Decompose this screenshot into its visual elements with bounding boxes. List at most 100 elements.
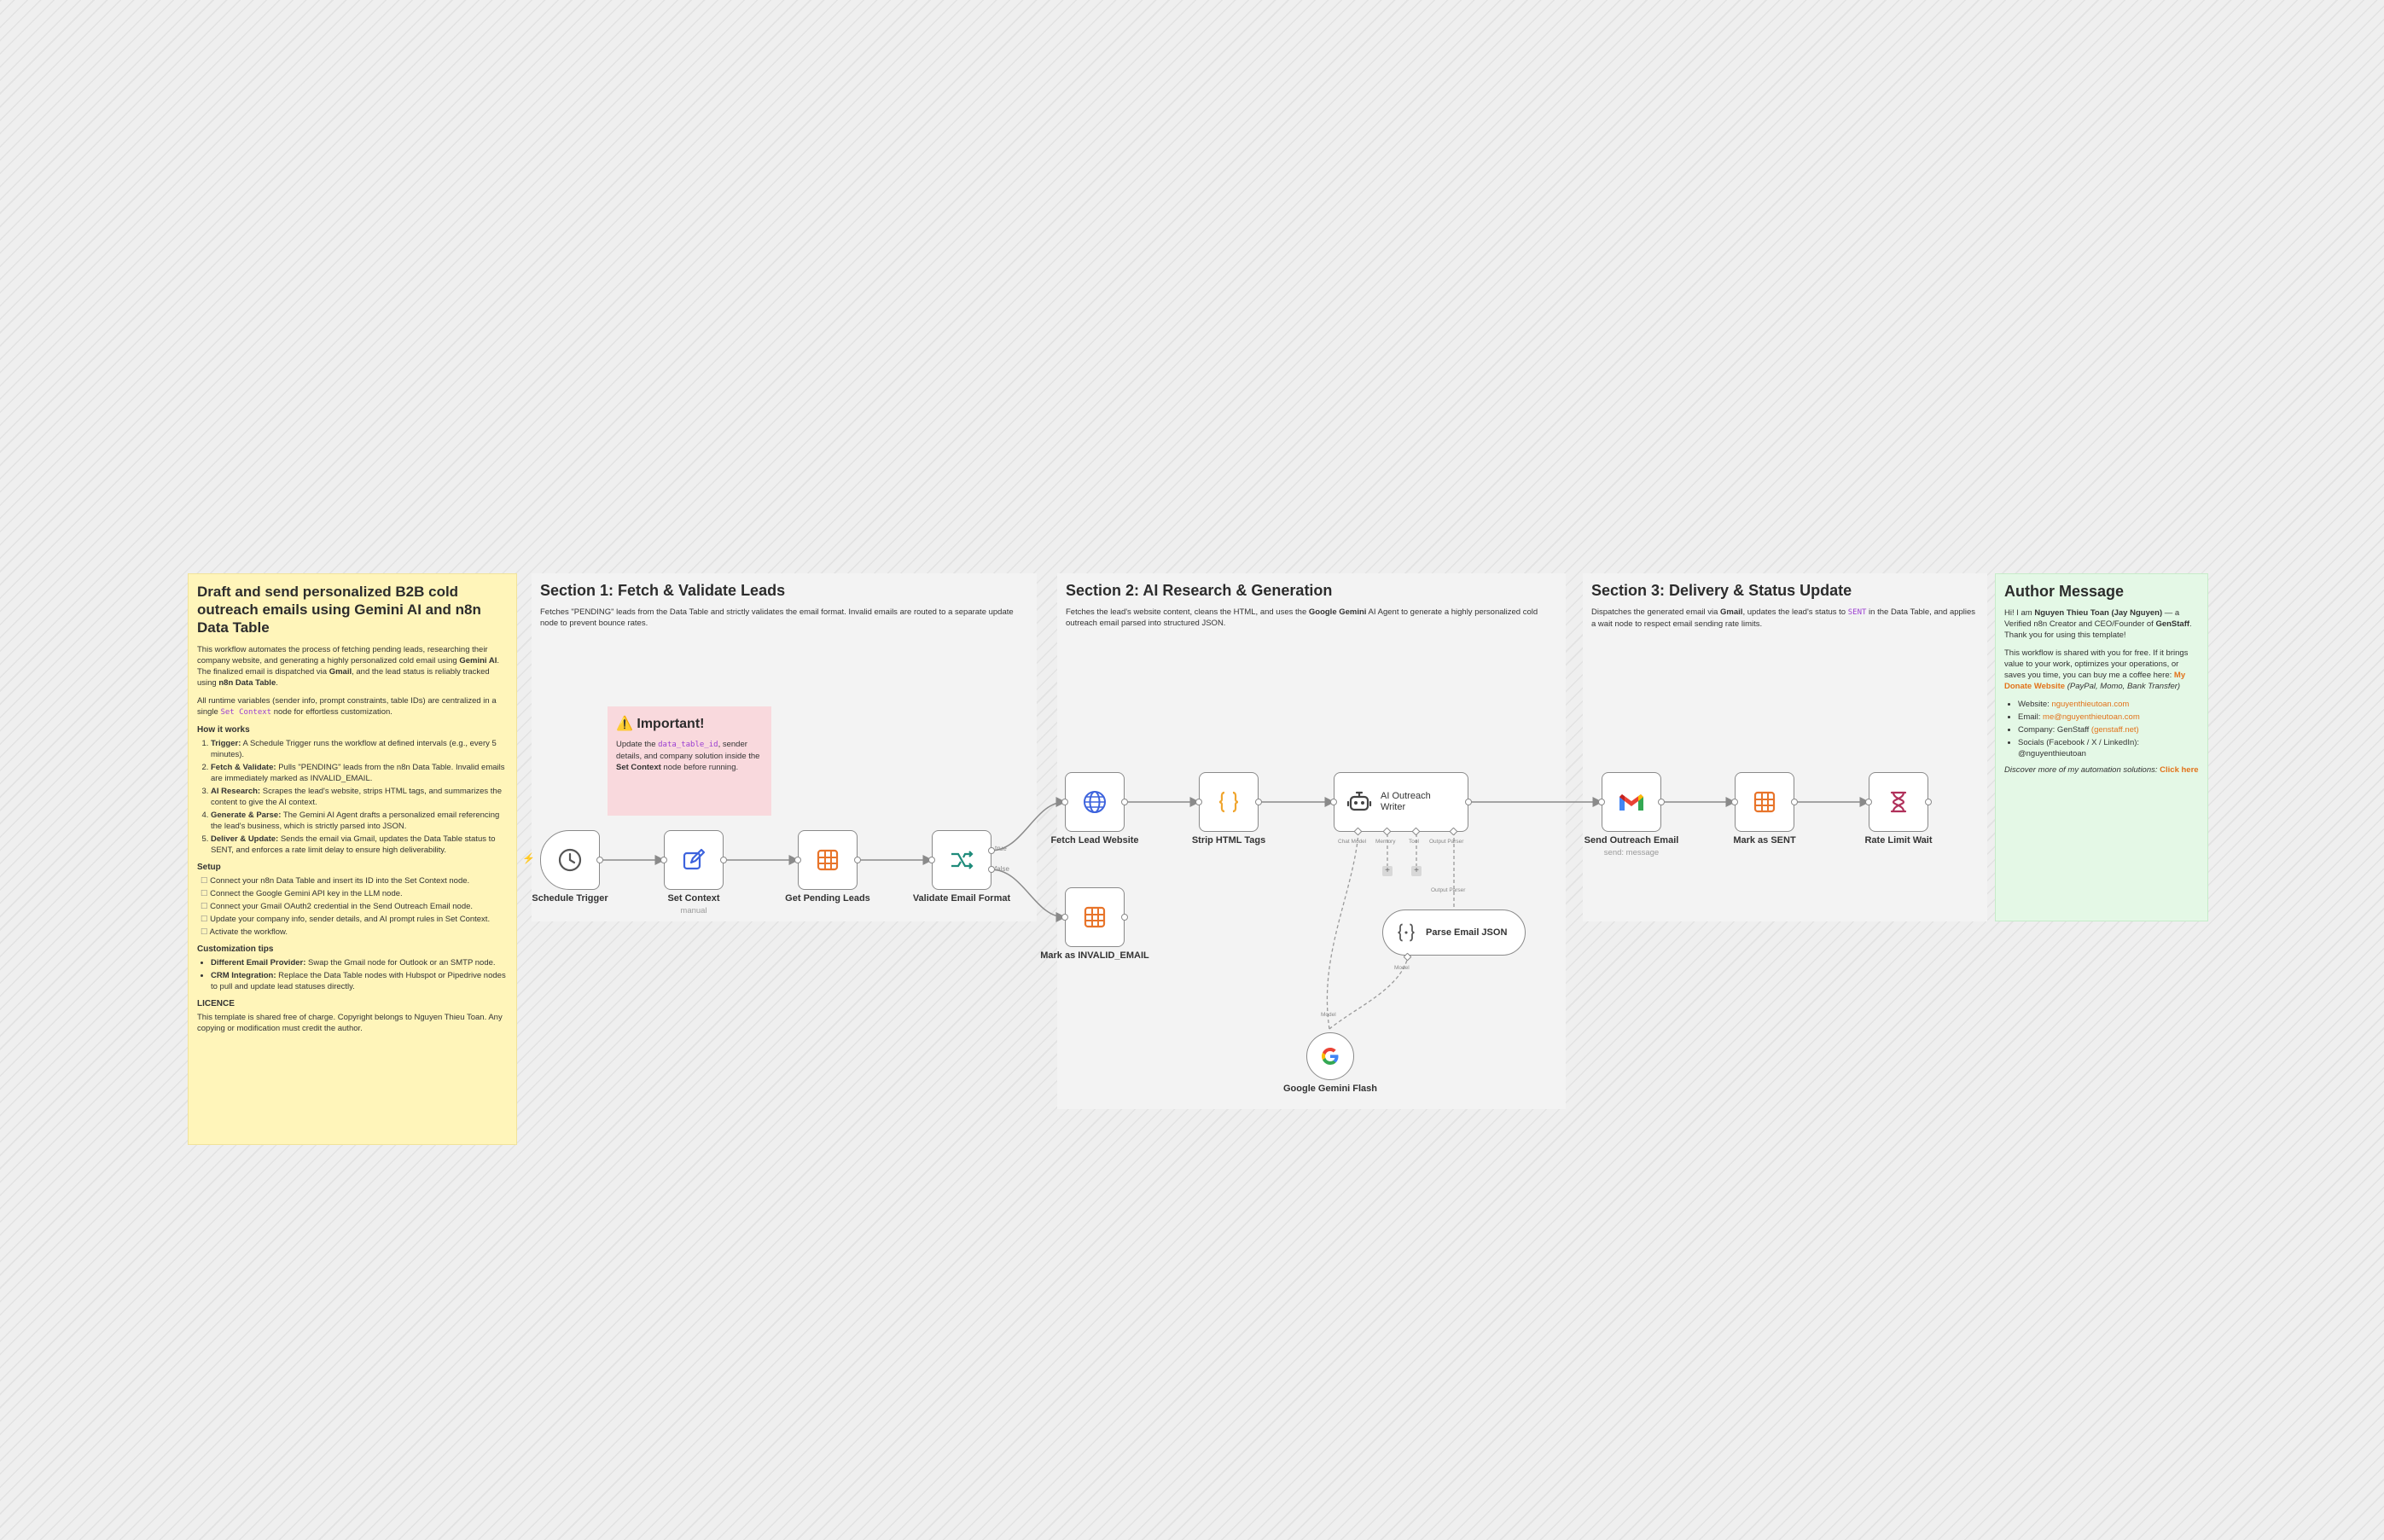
input-port[interactable] (1195, 799, 1202, 805)
output-parser-port-label: Output Parser (1431, 887, 1466, 893)
input-port[interactable] (1598, 799, 1605, 805)
overview-sticky-note[interactable]: Draft and send personalized B2B cold out… (188, 573, 517, 1145)
list-item: Fetch & Validate: Pulls "PENDING" leads … (211, 762, 508, 784)
true-branch-label: true (995, 845, 1007, 852)
important-sticky-note[interactable]: ⚠️ Important! Update the data_table_id, … (608, 706, 771, 816)
node-get-pending-leads[interactable] (798, 830, 858, 890)
author-sticky-note[interactable]: Author Message Hi! I am Nguyen Thieu Toa… (1995, 573, 2208, 921)
list-item: Trigger: A Schedule Trigger runs the wor… (211, 738, 508, 760)
table-icon (1084, 906, 1106, 928)
input-port[interactable] (1061, 914, 1068, 921)
important-title: ⚠️ Important! (616, 717, 705, 731)
node-label: Google Gemini Flash (1282, 1084, 1378, 1094)
output-port[interactable] (1791, 799, 1798, 805)
model-output-label: Model (1321, 1012, 1336, 1018)
output-port[interactable] (1658, 799, 1665, 805)
output-port[interactable] (1121, 914, 1128, 921)
node-schedule-trigger[interactable] (540, 830, 600, 890)
clock-icon (558, 848, 582, 872)
hourglass-icon (1890, 791, 1907, 813)
node-strip-html-tags[interactable] (1199, 772, 1259, 832)
code-braces-icon (1218, 791, 1239, 813)
table-icon (1753, 791, 1776, 813)
section1-title: Section 1: Fetch & Validate Leads (540, 582, 786, 599)
input-port[interactable] (1865, 799, 1872, 805)
node-ai-outreach-writer[interactable]: AI Outreach Writer (1334, 772, 1468, 832)
overview-title: Draft and send personalized B2B cold out… (197, 584, 481, 636)
trigger-bolt-icon: ⚡ (522, 852, 535, 864)
memory-label: Memory (1375, 839, 1396, 845)
node-label: Validate Email Format (912, 893, 1011, 904)
input-port[interactable] (1330, 799, 1337, 805)
node-google-gemini-flash[interactable] (1306, 1032, 1354, 1080)
section2-description: Fetches the lead's website content, clea… (1066, 607, 1538, 628)
section2-title: Section 2: AI Research & Generation (1066, 582, 1333, 599)
gmail-icon (1619, 794, 1643, 811)
output-port[interactable] (1255, 799, 1262, 805)
licence-heading: LICENCE (197, 999, 235, 1008)
company-link[interactable]: (genstaff.net) (2091, 725, 2139, 735)
node-label: Get Pending Leads (785, 893, 870, 904)
important-text: Update the data_table_id, sender details… (616, 740, 760, 772)
contact-socials: Socials (Facebook / X / LinkedIn): @nguy… (2018, 737, 2199, 759)
overview-intro: This workflow automates the process of f… (197, 645, 499, 688)
overview-variables-note: All runtime variables (sender info, prom… (197, 696, 497, 717)
output-port-true[interactable] (988, 847, 995, 854)
how-it-works-list: Trigger: A Schedule Trigger runs the wor… (197, 738, 508, 856)
input-port[interactable] (660, 857, 667, 863)
input-port[interactable] (1731, 799, 1738, 805)
node-validate-email-format[interactable] (932, 830, 991, 890)
node-rate-limit-wait[interactable] (1869, 772, 1928, 832)
output-port[interactable] (720, 857, 727, 863)
contact-website: Website: nguyenthieutoan.com (2018, 699, 2199, 710)
output-port[interactable] (1121, 799, 1128, 805)
customization-tips-list: Different Email Provider: Swap the Gmail… (197, 957, 508, 992)
node-send-outreach-email[interactable] (1602, 772, 1661, 832)
input-port[interactable] (928, 857, 935, 863)
author-contact-list: Website: nguyenthieutoan.com Email: me@n… (2004, 699, 2199, 759)
node-label: Fetch Lead Website (1050, 835, 1139, 846)
add-memory-button[interactable]: + (1382, 866, 1393, 876)
workflow-canvas[interactable]: Draft and send personalized B2B cold out… (0, 0, 2384, 1540)
website-link[interactable]: nguyenthieutoan.com (2051, 700, 2129, 709)
setup-checklist: Connect your n8n Data Table and insert i… (197, 875, 508, 938)
node-label: Mark as INVALID_EMAIL (1040, 950, 1149, 961)
customization-tips-heading: Customization tips (197, 944, 274, 954)
author-footer: Discover more of my automation solutions… (2004, 765, 2199, 775)
output-port[interactable] (1925, 799, 1932, 805)
checklist-item: Update your company info, sender details… (201, 914, 508, 925)
email-link[interactable]: me@nguyenthieutoan.com (2043, 712, 2140, 722)
output-port-false[interactable] (988, 866, 995, 873)
node-label: AI Outreach Writer (1381, 791, 1431, 812)
checklist-item: Connect the Google Gemini API key in the… (201, 888, 508, 899)
output-port[interactable] (854, 857, 861, 863)
author-title: Author Message (2004, 583, 2125, 600)
contact-email: Email: me@nguyenthieutoan.com (2018, 712, 2199, 723)
output-port[interactable] (596, 857, 603, 863)
licence-text: This template is shared free of charge. … (197, 1013, 503, 1033)
node-set-context[interactable] (664, 830, 724, 890)
google-g-icon (1322, 1048, 1339, 1065)
output-parser-label: Output Parser (1429, 839, 1464, 845)
section3-description: Dispatches the generated email via Gmail… (1591, 607, 1976, 629)
if-branch-icon (951, 851, 974, 869)
node-label: Send Outreach Email (1584, 835, 1679, 846)
node-label: Set Context (667, 893, 720, 904)
checklist-item: Connect your n8n Data Table and insert i… (201, 875, 508, 886)
node-label: Parse Email JSON (1426, 927, 1508, 938)
list-item: Generate & Parse: The Gemini AI Agent dr… (211, 810, 508, 832)
input-port[interactable] (794, 857, 801, 863)
node-mark-as-sent[interactable] (1735, 772, 1794, 832)
click-here-link[interactable]: Click here (2160, 765, 2198, 775)
add-tool-button[interactable]: + (1411, 866, 1422, 876)
node-label: Rate Limit Wait (1864, 835, 1933, 846)
node-parse-email-json[interactable]: Parse Email JSON (1382, 909, 1526, 956)
node-fetch-lead-website[interactable] (1065, 772, 1125, 832)
how-it-works-heading: How it works (197, 725, 250, 735)
node-mark-invalid-email[interactable] (1065, 887, 1125, 947)
input-port[interactable] (1061, 799, 1068, 805)
globe-icon (1084, 791, 1106, 813)
false-branch-label: false (995, 865, 1009, 873)
output-port[interactable] (1465, 799, 1472, 805)
section3-sticky-note[interactable]: Section 3: Delivery & Status Update Disp… (1583, 573, 1987, 921)
